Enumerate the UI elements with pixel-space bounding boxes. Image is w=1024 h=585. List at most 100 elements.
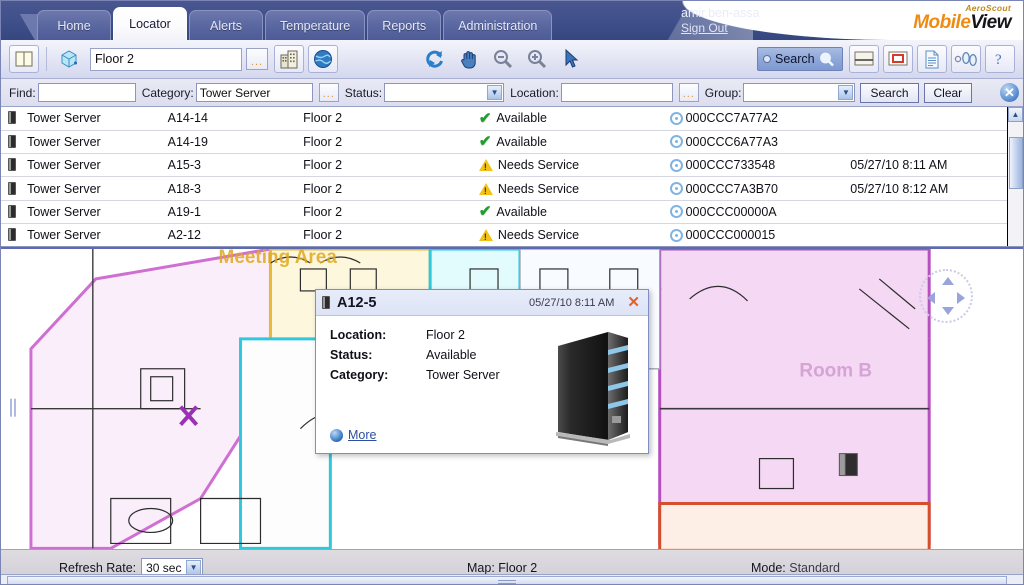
current-map-label: Map: [467, 560, 495, 575]
split-view-icon [854, 51, 874, 67]
refresh-rate-value: 30 sec [146, 560, 182, 575]
row-type-icon-cell [1, 200, 24, 224]
tab-home[interactable]: Home [37, 10, 111, 40]
table-row[interactable]: Tower Server A14-14 Floor 2 ✔ Available 000CC… [1, 107, 1007, 131]
sign-out-link[interactable]: Sign Out [681, 21, 760, 36]
scrollbar-thumb[interactable] [1009, 137, 1023, 189]
cell-timestamp [846, 223, 1007, 246]
user-info: amir.ben-assa Sign Out [681, 6, 760, 36]
search-radio-icon [763, 55, 771, 63]
map-name-input[interactable] [90, 47, 242, 71]
user-name: amir.ben-assa [681, 6, 760, 20]
cell-location: Floor 2 [299, 130, 475, 155]
zoom-out-button[interactable] [488, 45, 518, 73]
tab-locator[interactable]: Locator [113, 7, 187, 40]
tab-reports[interactable]: Reports [367, 10, 442, 40]
location-browse-button[interactable]: ... [678, 83, 699, 102]
category-input[interactable] [195, 83, 313, 102]
footprints-trail-button[interactable] [951, 45, 981, 73]
zoom-in-button[interactable] [522, 45, 552, 73]
row-type-icon-cell [1, 223, 24, 246]
tab-administration[interactable]: Administration [443, 10, 553, 40]
popup-more-link-group[interactable]: More [330, 428, 376, 442]
cell-status: ✔ Available [474, 130, 666, 155]
cell-name: A14-19 [163, 130, 300, 155]
table-row[interactable]: Tower ServerA18-3Floor 2 Needs Service 000… [1, 176, 1007, 201]
server-icon [8, 134, 17, 148]
cell-name: A15-3 [163, 153, 300, 178]
cell-status: Needs Service [474, 176, 666, 201]
building-icon [279, 49, 299, 69]
help-button[interactable]: ? [985, 45, 1015, 73]
popup-category-value: Tower Server [426, 368, 500, 382]
popup-more-link[interactable]: More [348, 428, 376, 442]
table-row[interactable]: Tower ServerA2-12Floor 2 Needs Service 000… [1, 223, 1007, 246]
clear-button[interactable]: Clear [923, 82, 973, 103]
results-vertical-scrollbar[interactable]: ▲ [1007, 107, 1023, 246]
asset-detail-popup: A12-5 05/27/10 8:11 AM ✕ Location: Floor… [315, 289, 649, 454]
mobileview-application: Home Locator Alerts Temperature Reports … [0, 0, 1024, 585]
toolbar-divider-1 [46, 47, 47, 71]
cell-tag-id: 000CCC7A3B70 [665, 176, 847, 201]
cell-category: Tower Server [23, 130, 164, 155]
select-tool-button[interactable] [556, 45, 586, 73]
pan-down-icon[interactable] [942, 307, 954, 315]
report-button[interactable] [917, 45, 947, 73]
footprints-icon [954, 50, 978, 68]
popup-close-icon[interactable]: ✕ [625, 295, 642, 310]
floorplan-map[interactable]: Meeting Area Room B A12-5 05/27/10 8:11 [1, 247, 1023, 549]
map-pan-compass[interactable] [919, 269, 973, 323]
server-icon [8, 204, 17, 218]
status-warning-icon [478, 159, 493, 172]
table-row[interactable]: Tower ServerA15-3Floor 2 Needs Service 000… [1, 153, 1007, 178]
horizontal-scrollbar-thumb[interactable] [7, 576, 1007, 584]
scroll-up-arrow-icon[interactable]: ▲ [1008, 107, 1023, 122]
globe-view-button[interactable] [308, 45, 338, 73]
logo-view-text: View [970, 12, 1011, 33]
table-row[interactable]: Tower Server A14-19 Floor 2 ✔ Available 000CC… [1, 130, 1007, 155]
tab-alerts[interactable]: Alerts [189, 10, 263, 40]
search-button[interactable]: Search [860, 82, 919, 103]
status-warning-icon [478, 182, 493, 196]
popup-status-value: Available [426, 348, 477, 362]
find-input[interactable] [37, 83, 136, 102]
location-input[interactable] [560, 83, 673, 102]
tab-home-label: Home [57, 18, 91, 33]
pan-button[interactable] [454, 45, 484, 73]
select-arrow-icon [561, 48, 581, 70]
status-text: Available [496, 134, 547, 149]
pan-right-icon[interactable] [957, 292, 965, 304]
add-zone-button[interactable] [54, 45, 84, 73]
group-label: Group: [704, 85, 742, 100]
help-icon: ? [992, 50, 1008, 68]
panel-toggle-button[interactable] [9, 45, 39, 73]
horizontal-scrollbar[interactable] [1, 574, 1023, 584]
logo-mobile-text: Mobile [913, 12, 971, 33]
map-browse-button[interactable]: ... [246, 48, 268, 70]
pan-left-icon[interactable] [927, 292, 935, 304]
chevron-down-icon: ▼ [487, 85, 503, 100]
add-zone-icon [58, 48, 80, 70]
group-select[interactable]: ▼ [743, 83, 856, 102]
cell-tag-id: 000CCC7A77A2 [665, 107, 847, 131]
category-browse-button[interactable]: ... [318, 83, 339, 102]
pan-up-icon[interactable] [942, 277, 954, 285]
cell-name: A19-1 [163, 200, 300, 224]
server-icon [8, 181, 17, 195]
popup-location-label: Location: [330, 328, 387, 342]
status-select[interactable]: ▼ [384, 83, 505, 102]
refresh-button[interactable] [420, 45, 450, 73]
tab-temperature[interactable]: Temperature [265, 10, 366, 40]
split-view-button[interactable] [849, 45, 879, 73]
aeroscout-logo: AeroScout MobileView [913, 3, 1011, 33]
highlight-box-button[interactable] [883, 45, 913, 73]
search-mode-button[interactable]: Search [757, 47, 843, 71]
highlight-box-icon [888, 51, 908, 67]
search-mode-label: Search [775, 52, 815, 66]
row-type-icon-cell [1, 153, 24, 178]
cell-category: Tower Server [23, 200, 164, 224]
table-row[interactable]: Tower Server A19-1 Floor 2 ✔ Available 000CCC… [1, 200, 1007, 224]
building-view-button[interactable] [274, 45, 304, 73]
close-filter-bar-button[interactable]: ✕ [1000, 83, 1019, 102]
popup-location-value: Floor 2 [426, 328, 465, 342]
